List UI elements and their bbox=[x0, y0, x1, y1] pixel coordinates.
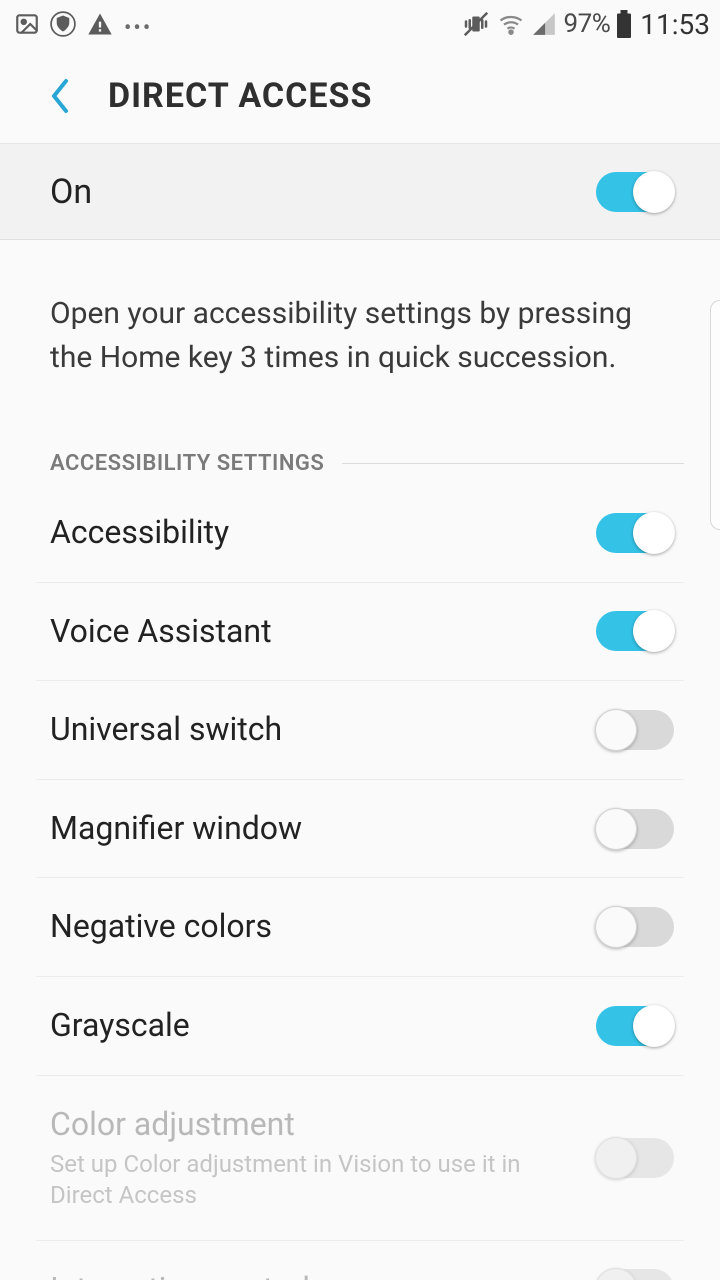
battery-icon bbox=[616, 10, 632, 38]
divider bbox=[342, 463, 684, 464]
setting-row-negative-colors[interactable]: Negative colors bbox=[36, 878, 684, 977]
battery-percent: 97% bbox=[563, 9, 610, 39]
setting-toggle[interactable] bbox=[596, 907, 674, 947]
vibrate-off-icon bbox=[461, 9, 491, 39]
master-toggle-label: On bbox=[50, 172, 92, 212]
master-toggle[interactable] bbox=[596, 172, 674, 212]
setting-row-grayscale[interactable]: Grayscale bbox=[36, 977, 684, 1076]
section-header-label: ACCESSIBILITY SETTINGS bbox=[50, 451, 324, 476]
setting-toggle[interactable] bbox=[596, 611, 674, 651]
setting-row-magnifier-window[interactable]: Magnifier window bbox=[36, 780, 684, 879]
setting-row-color-adjustment: Color adjustmentSet up Color adjustment … bbox=[36, 1076, 684, 1241]
setting-toggle bbox=[596, 1269, 674, 1280]
setting-label: Magnifier window bbox=[50, 808, 576, 850]
setting-row-accessibility[interactable]: Accessibility bbox=[36, 476, 684, 583]
setting-toggle[interactable] bbox=[596, 513, 674, 553]
cell-signal-icon bbox=[531, 11, 557, 37]
setting-label: Accessibility bbox=[50, 512, 576, 554]
status-left-icons: ••• bbox=[14, 10, 152, 38]
setting-toggle bbox=[596, 1138, 674, 1178]
setting-label: Interaction control bbox=[50, 1269, 576, 1280]
shield-icon bbox=[50, 11, 76, 37]
setting-toggle[interactable] bbox=[596, 1006, 674, 1046]
setting-label: Color adjustment bbox=[50, 1104, 576, 1146]
setting-sublabel: Set up Color adjustment in Vision to use… bbox=[50, 1149, 576, 1211]
setting-label: Grayscale bbox=[50, 1005, 576, 1047]
status-right-icons: 97% 11:53 bbox=[461, 8, 710, 41]
section-header: ACCESSIBILITY SETTINGS bbox=[50, 451, 684, 476]
clock-text: 11:53 bbox=[640, 8, 710, 41]
setting-label: Negative colors bbox=[50, 906, 576, 948]
more-icon: ••• bbox=[124, 16, 152, 41]
setting-toggle[interactable] bbox=[596, 809, 674, 849]
setting-row-voice-assistant[interactable]: Voice Assistant bbox=[36, 583, 684, 682]
chevron-left-icon bbox=[48, 77, 72, 115]
setting-row-universal-switch[interactable]: Universal switch bbox=[36, 681, 684, 780]
setting-label: Universal switch bbox=[50, 709, 576, 751]
master-toggle-row[interactable]: On bbox=[0, 144, 720, 240]
setting-toggle[interactable] bbox=[596, 710, 674, 750]
settings-list: Accessibility Voice Assistant Universal sw… bbox=[0, 476, 720, 1280]
setting-label: Voice Assistant bbox=[50, 611, 576, 653]
description-text: Open your accessibility settings by pres… bbox=[0, 240, 720, 379]
status-bar: ••• 97% 1 bbox=[0, 0, 720, 48]
back-button[interactable] bbox=[40, 76, 80, 116]
page-title: DIRECT ACCESS bbox=[108, 76, 372, 116]
warning-icon bbox=[86, 10, 114, 38]
image-icon bbox=[14, 11, 40, 37]
wifi-icon bbox=[497, 10, 525, 38]
title-bar: DIRECT ACCESS bbox=[0, 48, 720, 144]
setting-row-interaction-control: Interaction control bbox=[36, 1241, 684, 1280]
edge-panel-handle[interactable] bbox=[710, 300, 720, 530]
